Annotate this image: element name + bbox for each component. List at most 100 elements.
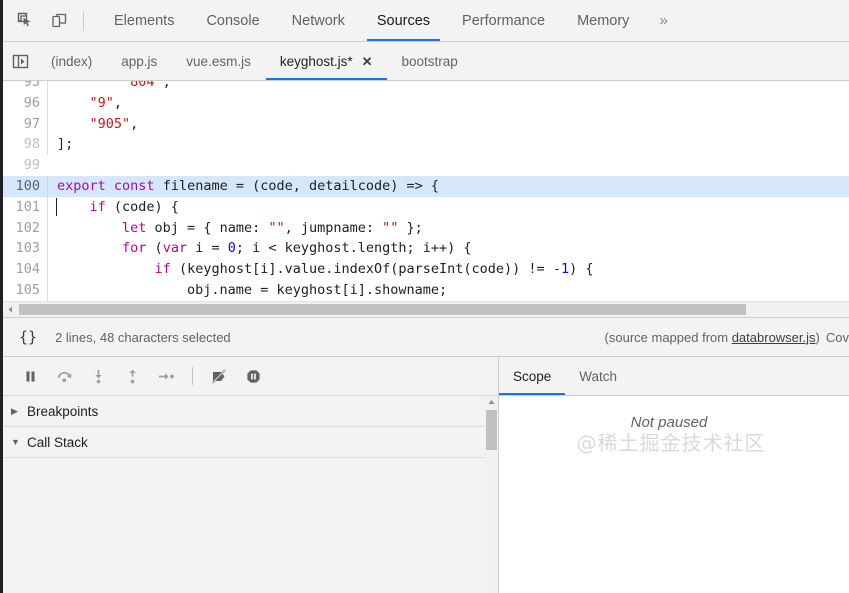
tab-console[interactable]: Console <box>190 0 275 41</box>
code-line[interactable]: 101 if (code) { <box>3 196 849 218</box>
code-line[interactable]: 105 obj.name = keyghost[i].showname; <box>3 279 849 301</box>
line-number[interactable]: 96 <box>3 93 47 114</box>
code-line[interactable]: 102 let obj = { name: "", jumpname: "" }… <box>3 217 849 239</box>
code-token: if <box>154 261 171 278</box>
resume-pause-button[interactable] <box>15 362 45 390</box>
code-token: for <box>122 240 147 257</box>
code-token: "804" <box>122 81 163 90</box>
line-number[interactable]: 104 <box>3 259 47 280</box>
debugger-toolbar <box>3 357 498 396</box>
step-into-button[interactable] <box>83 362 113 390</box>
line-number[interactable]: 100 <box>3 176 47 197</box>
code-line[interactable]: 103 for (var i = 0; i < keyghost.length;… <box>3 238 849 260</box>
line-number[interactable]: 102 <box>3 218 47 239</box>
tab-sources-label: Sources <box>376 12 431 29</box>
step-out-button[interactable] <box>117 362 147 390</box>
code-token: ]; <box>57 136 74 153</box>
toolbar-divider <box>83 10 84 31</box>
file-tab-vue-esm-js-label: vue.esm.js <box>186 53 251 69</box>
code-text[interactable]: for (var i = 0; i < keyghost.length; i++… <box>47 238 849 260</box>
code-lines[interactable]: 95 "804", 96 "9", 97 "905", 98]; 99 100 export… <box>3 81 849 317</box>
more-tabs-chevron-icon[interactable]: » <box>645 0 681 41</box>
code-line[interactable]: 97 "905", <box>3 113 849 135</box>
code-line[interactable]: 100 export const filename = (code, detail… <box>3 175 849 197</box>
code-text[interactable]: let obj = { name: "", jumpname: "" }; <box>47 217 849 239</box>
show-navigator-icon[interactable] <box>3 42 37 80</box>
pause-on-exceptions-button[interactable] <box>238 362 268 390</box>
more-tabs-label: » <box>659 12 668 29</box>
source-map-link[interactable]: databrowser.js <box>732 330 816 345</box>
scope-watch-pane: Scope Watch Not paused @稀土掘金技术社区 <box>499 357 849 593</box>
file-tab-bootstrap[interactable]: bootstrap <box>388 42 473 80</box>
code-text[interactable]: if (keyghost[i].value.indexOf(parseInt(c… <box>47 259 849 280</box>
scroll-up-arrow-icon[interactable] <box>485 396 498 409</box>
code-line[interactable]: 95 "804", <box>3 81 849 93</box>
tab-performance[interactable]: Performance <box>446 0 561 41</box>
code-line[interactable]: 104 if (keyghost[i].value.indexOf(parseI… <box>3 259 849 280</box>
tab-sources[interactable]: Sources <box>361 0 446 41</box>
tab-scope[interactable]: Scope <box>499 357 566 395</box>
code-line[interactable]: 98]; <box>3 134 849 156</box>
code-token: (code) { <box>105 198 179 215</box>
file-tab-app-js[interactable]: app.js <box>107 42 172 80</box>
file-tab-keyghost-js[interactable]: keyghost.js* ✕ <box>265 42 388 80</box>
step-over-button[interactable] <box>49 362 79 390</box>
section-call-stack-label: Call Stack <box>27 434 88 450</box>
coverage-label[interactable]: Cov <box>826 330 849 345</box>
code-token: }; <box>398 219 423 236</box>
code-text[interactable]: "905", <box>47 113 849 135</box>
tab-network[interactable]: Network <box>276 0 361 41</box>
section-call-stack[interactable]: ▼ Call Stack <box>3 427 498 458</box>
code-editor[interactable]: 95 "804", 96 "9", 97 "905", 98]; 99 100 export… <box>3 81 849 317</box>
inspect-element-icon[interactable] <box>11 7 39 35</box>
step-button[interactable] <box>151 362 181 390</box>
code-text[interactable]: ]; <box>47 134 849 156</box>
line-number[interactable]: 101 <box>3 197 47 218</box>
device-toolbar-icon[interactable] <box>45 7 73 35</box>
code-token: , <box>162 81 171 90</box>
close-icon[interactable]: ✕ <box>362 55 373 68</box>
code-line[interactable]: 96 "9", <box>3 92 849 114</box>
horizontal-scroll-thumb[interactable] <box>19 304 746 315</box>
line-number[interactable]: 98 <box>3 134 47 155</box>
vertical-scroll-thumb[interactable] <box>486 410 497 450</box>
code-text[interactable]: if (code) { <box>47 196 849 218</box>
line-number[interactable]: 99 <box>3 155 47 176</box>
code-token: if <box>89 198 106 215</box>
tab-elements[interactable]: Elements <box>98 0 190 41</box>
tab-performance-label: Performance <box>462 12 546 29</box>
section-breakpoints-label: Breakpoints <box>27 403 99 419</box>
code-text[interactable]: "9", <box>47 92 849 114</box>
code-token: const <box>113 177 155 194</box>
deactivate-breakpoints-button[interactable] <box>204 362 234 390</box>
sources-file-tabbar: (index) app.js vue.esm.js keyghost.js* ✕… <box>3 42 849 81</box>
line-number[interactable]: 97 <box>3 114 47 135</box>
chevron-down-icon[interactable]: ▼ <box>11 437 23 447</box>
pretty-print-icon[interactable]: {} <box>13 326 43 348</box>
file-tab-bootstrap-label: bootstrap <box>401 53 458 69</box>
debugger-area: ▶ Breakpoints ▼ Call Stack Scope Watch N… <box>3 357 849 593</box>
code-line[interactable]: 99 <box>3 155 849 176</box>
tab-watch-label: Watch <box>579 368 618 384</box>
code-text[interactable]: export const filename = (code, detailcod… <box>47 175 849 197</box>
code-token: "" <box>268 219 285 236</box>
chevron-right-icon[interactable]: ▶ <box>11 406 23 417</box>
selection-status: 2 lines, 48 characters selected <box>55 329 231 345</box>
tab-memory[interactable]: Memory <box>561 0 645 41</box>
code-text[interactable]: obj.name = keyghost[i].showname; <box>47 279 849 301</box>
code-text[interactable]: "804", <box>47 81 849 93</box>
line-number[interactable]: 95 <box>3 81 47 93</box>
code-token: , jumpname: <box>284 219 383 236</box>
file-tab-vue-esm-js[interactable]: vue.esm.js <box>172 42 266 80</box>
file-tab-index[interactable]: (index) <box>37 42 107 80</box>
line-number[interactable]: 105 <box>3 280 47 301</box>
editor-horizontal-scrollbar[interactable] <box>3 301 849 317</box>
tab-watch[interactable]: Watch <box>565 357 631 395</box>
section-breakpoints[interactable]: ▶ Breakpoints <box>3 396 498 427</box>
scroll-left-arrow-icon[interactable] <box>3 302 18 317</box>
debugger-vertical-scrollbar[interactable] <box>485 396 498 593</box>
line-number[interactable]: 103 <box>3 238 47 259</box>
file-tab-app-js-label: app.js <box>121 53 158 69</box>
